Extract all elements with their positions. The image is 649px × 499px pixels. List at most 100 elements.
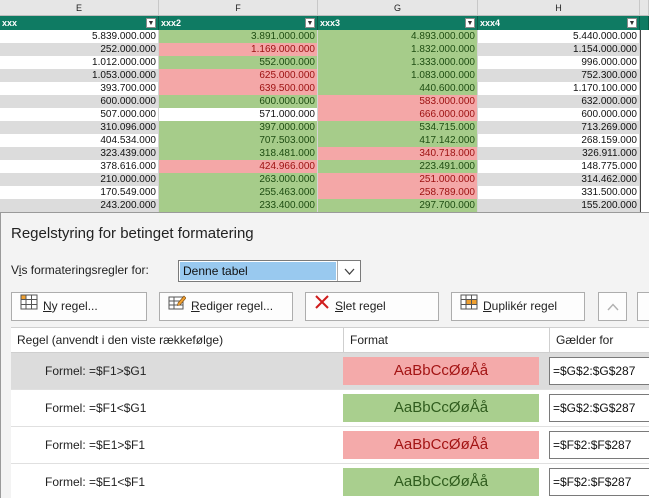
cell-f[interactable]: 263.000.000 [159,173,318,186]
filter-dropdown-icon[interactable]: ▼ [627,18,637,28]
cell-h[interactable]: 155.200.000 [478,199,640,212]
format-preview[interactable]: AaBbCcØøÅå [343,357,539,385]
cell-h[interactable]: 314.462.000 [478,173,640,186]
rule-column-header: Regel (anvendt i den viste rækkefølge) [17,333,224,347]
table-header-xxx4[interactable]: xxx4 ▼ [478,16,640,30]
selection-border [640,30,649,213]
table-header-xxx3[interactable]: xxx3 ▼ [318,16,478,30]
rule-row[interactable]: Formel: =$E1<$F1 AaBbCcØøÅå =$F$2:$F$287 [11,464,649,499]
format-preview[interactable]: AaBbCcØøÅå [343,468,539,496]
table-header-label: xxx4 [480,18,501,28]
delete-rule-button[interactable]: Slet regel [305,292,439,321]
cell-h[interactable]: 752.300.000 [478,69,640,82]
cell-h[interactable]: 268.159.000 [478,134,640,147]
new-rule-icon [20,293,38,320]
cell-f[interactable]: 552.000.000 [159,56,318,69]
cell-h[interactable]: 996.000.000 [478,56,640,69]
applies-to-field[interactable]: =$F$2:$F$287 [549,468,649,496]
cell-h[interactable]: 326.911.000 [478,147,640,160]
cell-g[interactable]: 583.000.000 [318,95,478,108]
cell-g[interactable]: 1.832.000.000 [318,43,478,56]
show-rules-dropdown[interactable]: Denne tabel [178,260,361,282]
cell-e[interactable]: 210.000.000 [0,173,159,186]
column-header-g[interactable]: G [318,0,478,16]
rule-formula: Formel: =$F1>$G1 [45,364,147,378]
cell-e[interactable]: 243.200.000 [0,199,159,212]
cell-e[interactable]: 170.549.000 [0,186,159,199]
cell-f[interactable]: 255.463.000 [159,186,318,199]
rule-row[interactable]: Formel: =$F1>$G1 AaBbCcØøÅå =$G$2:$G$287 [11,353,649,390]
cell-e[interactable]: 323.439.000 [0,147,159,160]
cell-h[interactable]: 148.775.000 [478,160,640,173]
cell-g[interactable]: 223.491.000 [318,160,478,173]
filter-dropdown-icon[interactable]: ▼ [465,18,475,28]
chevron-down-icon[interactable] [337,261,360,281]
table-header-next[interactable] [640,16,649,30]
cell-g[interactable]: 340.718.000 [318,147,478,160]
cell-e[interactable]: 404.534.000 [0,134,159,147]
format-preview[interactable]: AaBbCcØøÅå [343,394,539,422]
cell-g[interactable]: 666.000.000 [318,108,478,121]
cell-h[interactable]: 713.269.000 [478,121,640,134]
new-rule-button[interactable]: Ny regel... [11,292,147,321]
rules-toolbar: Ny regel... Rediger regel... Slet regel … [1,287,649,325]
column-header-h[interactable]: H [478,0,640,16]
cell-e[interactable]: 393.700.000 [0,82,159,95]
table-header-xxx2[interactable]: xxx2 ▼ [159,16,318,30]
cell-h[interactable]: 1.154.000.000 [478,43,640,56]
cell-f[interactable]: 318.481.000 [159,147,318,160]
cell-f[interactable]: 233.400.000 [159,199,318,212]
cell-g[interactable]: 4.893.000.000 [318,30,478,43]
cell-f[interactable]: 1.169.000.000 [159,43,318,56]
column-header-f[interactable]: F [159,0,318,16]
cell-g[interactable]: 440.600.000 [318,82,478,95]
cell-e[interactable]: 1.012.000.000 [0,56,159,69]
cell-h[interactable]: 1.170.100.000 [478,82,640,95]
column-header-next[interactable] [640,0,649,16]
cell-e[interactable]: 310.096.000 [0,121,159,134]
table-header-label: xxx3 [320,18,341,28]
format-preview[interactable]: AaBbCcØøÅå [343,431,539,459]
cell-g[interactable]: 1.333.000.000 [318,56,478,69]
cell-f[interactable]: 424.966.000 [159,160,318,173]
cell-e[interactable]: 5.839.000.000 [0,30,159,43]
cell-f[interactable]: 3.891.000.000 [159,30,318,43]
cell-g[interactable]: 297.700.000 [318,199,478,212]
cell-g[interactable]: 258.789.000 [318,186,478,199]
cell-f[interactable]: 397.000.000 [159,121,318,134]
cell-f[interactable]: 625.000.000 [159,69,318,82]
move-up-button[interactable] [598,292,627,321]
cell-g[interactable]: 1.083.000.000 [318,69,478,82]
rule-row[interactable]: Formel: =$E1>$F1 AaBbCcØøÅå =$F$2:$F$287 [11,427,649,464]
filter-dropdown-icon[interactable]: ▼ [305,18,315,28]
edit-rule-button[interactable]: Rediger regel... [159,292,293,321]
cell-h[interactable]: 5.440.000.000 [478,30,640,43]
rules-list[interactable]: Formel: =$F1>$G1 AaBbCcØøÅå =$G$2:$G$287 Fo… [11,353,649,499]
cell-f[interactable]: 571.000.000 [159,108,318,121]
cell-g[interactable]: 251.000.000 [318,173,478,186]
cell-f[interactable]: 707.503.000 [159,134,318,147]
table-header-xxx[interactable]: xxx ▼ [0,16,159,30]
cell-f[interactable]: 600.000.000 [159,95,318,108]
move-down-button[interactable] [637,292,649,321]
cell-f[interactable]: 639.500.000 [159,82,318,95]
spreadsheet-grid[interactable]: E F G H xxx ▼ xxx2 ▼ xxx3 ▼ xxx4 ▼ 5.839… [0,0,649,213]
column-header-e[interactable]: E [0,0,159,16]
applies-to-field[interactable]: =$G$2:$G$287 [549,394,649,422]
applies-to-field[interactable]: =$G$2:$G$287 [549,357,649,385]
applies-to-field[interactable]: =$F$2:$F$287 [549,431,649,459]
cell-e[interactable]: 507.000.000 [0,108,159,121]
cell-h[interactable]: 632.000.000 [478,95,640,108]
cell-h[interactable]: 600.000.000 [478,108,640,121]
cell-g[interactable]: 417.142.000 [318,134,478,147]
cell-e[interactable]: 252.000.000 [0,43,159,56]
cell-e[interactable]: 1.053.000.000 [0,69,159,82]
rule-row[interactable]: Formel: =$F1<$G1 AaBbCcØøÅå =$G$2:$G$287 [11,390,649,427]
cell-e[interactable]: 378.616.000 [0,160,159,173]
show-rules-label: Vis formateringsregler for: [11,263,149,277]
duplicate-rule-button[interactable]: Duplikér regel [451,292,585,321]
cell-h[interactable]: 331.500.000 [478,186,640,199]
cell-g[interactable]: 534.715.000 [318,121,478,134]
cell-e[interactable]: 600.000.000 [0,95,159,108]
filter-dropdown-icon[interactable]: ▼ [146,18,156,28]
